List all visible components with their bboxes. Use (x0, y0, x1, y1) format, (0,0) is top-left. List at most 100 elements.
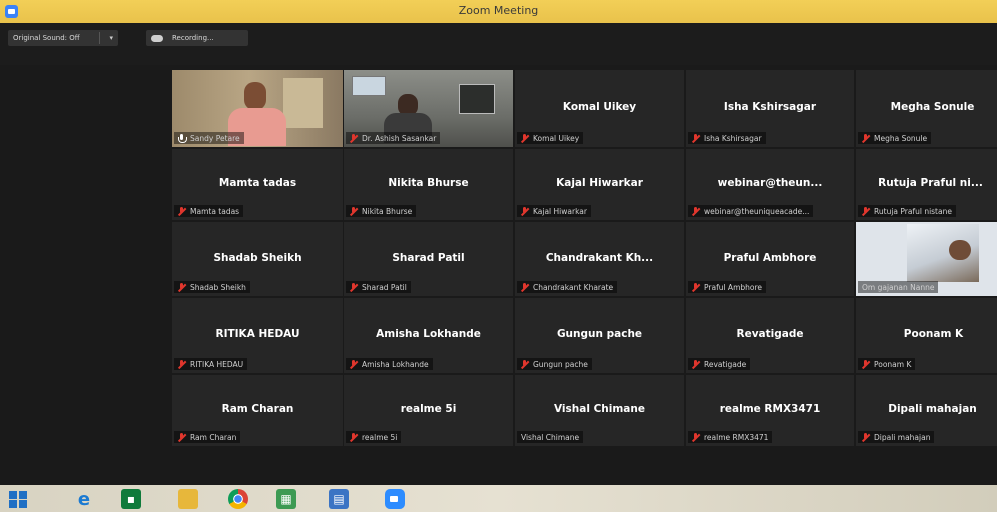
taskbar: e ▪ ▦ ▤ (0, 485, 997, 512)
participant-name-label: Poonam K (874, 359, 912, 369)
title-bar: Zoom Meeting (0, 0, 997, 23)
participant-tile[interactable]: Ram Charan Ram Charan (172, 375, 343, 446)
participant-name-label: Shadab Sheikh (190, 282, 246, 292)
participant-name-label: Om gajanan Nanne (862, 282, 935, 292)
participant-tile[interactable]: realme 5i realme 5i (344, 375, 513, 446)
participant-name-label: Ram Charan (190, 432, 237, 442)
participant-name-label: Chandrakant Kharate (533, 282, 614, 292)
muted-mic-icon (691, 206, 700, 216)
calculator-icon[interactable]: ▦ (276, 489, 296, 509)
participant-display-name: Rutuja Praful ni... (878, 177, 983, 190)
participant-tile[interactable]: Dipali mahajan Dipali mahajan (856, 375, 997, 446)
chevron-down-icon[interactable]: ▾ (109, 34, 113, 42)
participant-tile[interactable]: realme RMX3471 realme RMX3471 (686, 375, 854, 446)
store-icon[interactable]: ▪ (121, 489, 141, 509)
participant-display-name: Revatigade (736, 328, 804, 340)
participant-display-name: Amisha Lokhande (376, 328, 481, 340)
participant-name-label: Sandy Petare (190, 133, 240, 143)
file-explorer-icon[interactable] (178, 489, 198, 509)
participant-tile[interactable]: RITIKA HEDAU RITIKA HEDAU (172, 298, 343, 373)
muted-mic-icon (861, 133, 870, 143)
participant-tile[interactable]: Isha Kshirsagar Isha Kshirsagar (686, 70, 854, 147)
participant-name-label: realme RMX3471 (704, 432, 769, 442)
participant-name-label: Kajal Hiwarkar (533, 206, 587, 216)
participant-name-label: Komal Uikey (533, 133, 580, 143)
participant-tile[interactable]: Sandy Petare (172, 70, 343, 147)
participant-nametag: Sandy Petare (174, 132, 244, 144)
participant-display-name: Ram Charan (221, 403, 294, 416)
muted-mic-icon (177, 282, 186, 292)
zoom-icon[interactable] (385, 489, 405, 509)
participant-tile[interactable]: Poonam K Poonam K (856, 298, 997, 373)
participant-tile[interactable]: Mamta tadas Mamta tadas (172, 149, 343, 220)
participant-display-name: realme 5i (400, 403, 457, 416)
video-wall-board (459, 84, 495, 114)
muted-mic-icon (691, 359, 700, 369)
participant-nametag: Om gajanan Nanne (858, 281, 939, 293)
participant-display-name: Vishal Chimane (553, 403, 645, 416)
participant-nametag: Amisha Lokhande (346, 358, 433, 370)
participant-tile[interactable]: Chandrakant Kh... Chandrakant Kharate (515, 222, 684, 296)
internet-explorer-icon[interactable]: e (74, 489, 94, 510)
participant-nametag: webinar@theuniqueacade... (688, 205, 814, 217)
participant-tile[interactable]: Kajal Hiwarkar Kajal Hiwarkar (515, 149, 684, 220)
participant-tile[interactable]: Komal Uikey Komal Uikey (515, 70, 684, 147)
participant-display-name: Gungun pache (556, 328, 643, 340)
participant-tile[interactable]: Gungun pache Gungun pache (515, 298, 684, 373)
recording-indicator[interactable]: Recording... (146, 30, 248, 46)
microphone-icon (177, 133, 187, 143)
participant-display-name: Sharad Patil (392, 251, 465, 264)
original-sound-toggle[interactable]: Original Sound: Off ▾ (8, 30, 118, 46)
participant-name-label: Revatigade (704, 359, 747, 369)
muted-mic-icon (349, 282, 358, 292)
participant-nametag: Chandrakant Kharate (517, 281, 618, 293)
recording-label: Recording... (172, 34, 214, 42)
muted-mic-icon (177, 359, 186, 369)
participant-display-name: Chandrakant Kh... (545, 251, 654, 264)
participant-tile[interactable]: Amisha Lokhande Amisha Lokhande (344, 298, 513, 373)
app-icon[interactable]: ▤ (329, 489, 349, 509)
participant-nametag: Vishal Chimane (517, 431, 584, 443)
participant-display-name: Kajal Hiwarkar (556, 177, 643, 190)
participant-tile[interactable]: Praful Ambhore Praful Ambhore (686, 222, 854, 296)
muted-mic-icon (691, 432, 700, 442)
participant-display-name: Shadab Sheikh (213, 251, 302, 264)
participant-name-label: webinar@theuniqueacade... (704, 206, 810, 216)
participant-tile[interactable]: Rutuja Praful ni... Rutuja Praful nistan… (856, 149, 997, 220)
video-window (283, 78, 323, 128)
participant-tile[interactable]: Nikita Bhurse Nikita Bhurse (344, 149, 513, 220)
participant-tile[interactable]: Vishal Chimane Vishal Chimane (515, 375, 684, 446)
participant-tile[interactable]: Shadab Sheikh Shadab Sheikh (172, 222, 343, 296)
participant-display-name: RITIKA HEDAU (215, 328, 300, 340)
participant-nametag: Praful Ambhore (688, 281, 767, 293)
video-wall-poster (352, 76, 386, 96)
video-person-face (949, 240, 971, 260)
participant-nametag: Revatigade (688, 358, 751, 370)
windows-start-icon[interactable] (8, 489, 28, 509)
muted-mic-icon (861, 359, 870, 369)
muted-mic-icon (861, 432, 870, 442)
muted-mic-icon (349, 206, 358, 216)
muted-mic-icon (520, 133, 529, 143)
participant-display-name: Dipali mahajan (888, 403, 977, 416)
participant-tile[interactable]: Megha Sonule Megha Sonule (856, 70, 997, 147)
participant-name-label: Rutuja Praful nistane (874, 206, 952, 216)
participant-name-label: RITIKA HEDAU (190, 359, 244, 369)
participant-tile[interactable]: Sharad Patil Sharad Patil (344, 222, 513, 296)
participant-name-label: Sharad Patil (362, 282, 407, 292)
participant-tile[interactable]: webinar@theun... webinar@theuniqueacade.… (686, 149, 854, 220)
participant-display-name: Nikita Bhurse (388, 177, 469, 190)
cloud-icon (151, 34, 163, 42)
participant-tile[interactable]: Om gajanan Nanne (856, 222, 997, 296)
participant-tile[interactable]: Revatigade Revatigade (686, 298, 854, 373)
participant-name-label: realme 5i (362, 432, 398, 442)
participant-name-label: Nikita Bhurse (362, 206, 413, 216)
participant-nametag: Nikita Bhurse (346, 205, 417, 217)
muted-mic-icon (861, 206, 870, 216)
participant-name-label: Megha Sonule (874, 133, 928, 143)
gallery-view: Sandy Petare Dr. Ashish Sasankar Komal U… (0, 65, 997, 485)
chrome-icon[interactable] (228, 489, 248, 509)
participant-tile[interactable]: Dr. Ashish Sasankar (344, 70, 513, 147)
muted-mic-icon (349, 432, 358, 442)
muted-mic-icon (520, 206, 529, 216)
